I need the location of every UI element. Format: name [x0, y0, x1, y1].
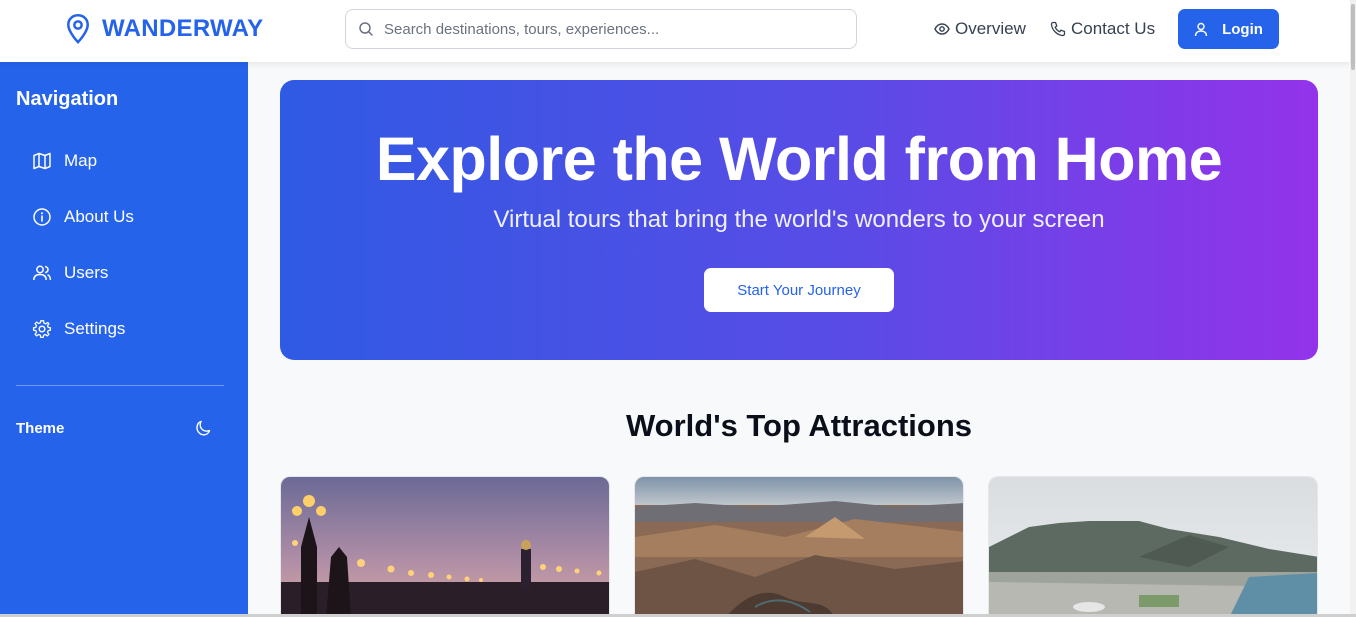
grand-canyon-photo — [635, 477, 963, 616]
hero-subtitle: Virtual tours that bring the world's won… — [493, 206, 1105, 233]
attraction-card-paris[interactable] — [280, 476, 610, 617]
sidebar-item-label: Users — [64, 263, 109, 282]
attraction-card-canyon[interactable] — [634, 476, 964, 617]
sidebar-divider — [16, 385, 224, 386]
sidebar-item-settings[interactable]: Settings — [32, 319, 125, 339]
paris-bridge-lamps-photo — [281, 477, 609, 616]
scrollbar-thumb[interactable] — [1351, 4, 1355, 70]
nav-contact[interactable]: Contact Us — [1050, 19, 1155, 39]
map-pin-icon — [67, 14, 89, 44]
info-icon — [33, 208, 51, 226]
user-icon — [1194, 22, 1208, 36]
hero-title: Explore the World from Home — [375, 125, 1223, 193]
phone-icon — [1050, 21, 1066, 37]
sidebar: Navigation Map About Us Users Settings T… — [0, 62, 248, 617]
sidebar-item-label: Settings — [64, 319, 126, 338]
attraction-card-capetown[interactable] — [988, 476, 1318, 617]
top-header: WANDERWAY Overview Contact Us Login — [0, 0, 1350, 62]
hero-banner: Explore the World from Home Virtual tour… — [280, 80, 1318, 360]
nav-overview-label: Overview — [955, 19, 1026, 38]
login-label: Login — [1222, 20, 1263, 38]
map-icon — [33, 152, 51, 170]
nav-overview[interactable]: Overview — [934, 19, 1026, 39]
nav-contact-label: Contact Us — [1071, 19, 1156, 38]
cape-town-table-mountain-photo — [989, 477, 1317, 616]
sidebar-title: Navigation — [16, 88, 119, 110]
start-journey-button[interactable]: Start Your Journey — [704, 268, 894, 312]
search-icon — [359, 22, 373, 36]
sidebar-item-map[interactable]: Map — [32, 151, 97, 171]
users-icon — [33, 265, 52, 281]
moon-icon — [196, 420, 211, 436]
login-button[interactable]: Login — [1178, 9, 1279, 49]
eye-icon — [934, 23, 950, 35]
sidebar-item-label: Map — [64, 151, 98, 170]
scrollbar-track[interactable] — [1350, 0, 1356, 617]
sidebar-item-label: About Us — [64, 207, 134, 226]
theme-label: Theme — [16, 420, 65, 437]
search-bar[interactable] — [345, 9, 857, 49]
sidebar-item-users[interactable]: Users — [32, 263, 108, 283]
gear-icon — [32, 320, 52, 339]
section-title: World's Top Attractions — [625, 408, 973, 443]
sidebar-item-about[interactable]: About Us — [32, 207, 134, 227]
logo[interactable]: WANDERWAY — [64, 13, 263, 45]
search-input[interactable] — [384, 20, 844, 38]
theme-toggle[interactable] — [195, 419, 213, 442]
logo-text: WANDERWAY — [102, 15, 264, 42]
